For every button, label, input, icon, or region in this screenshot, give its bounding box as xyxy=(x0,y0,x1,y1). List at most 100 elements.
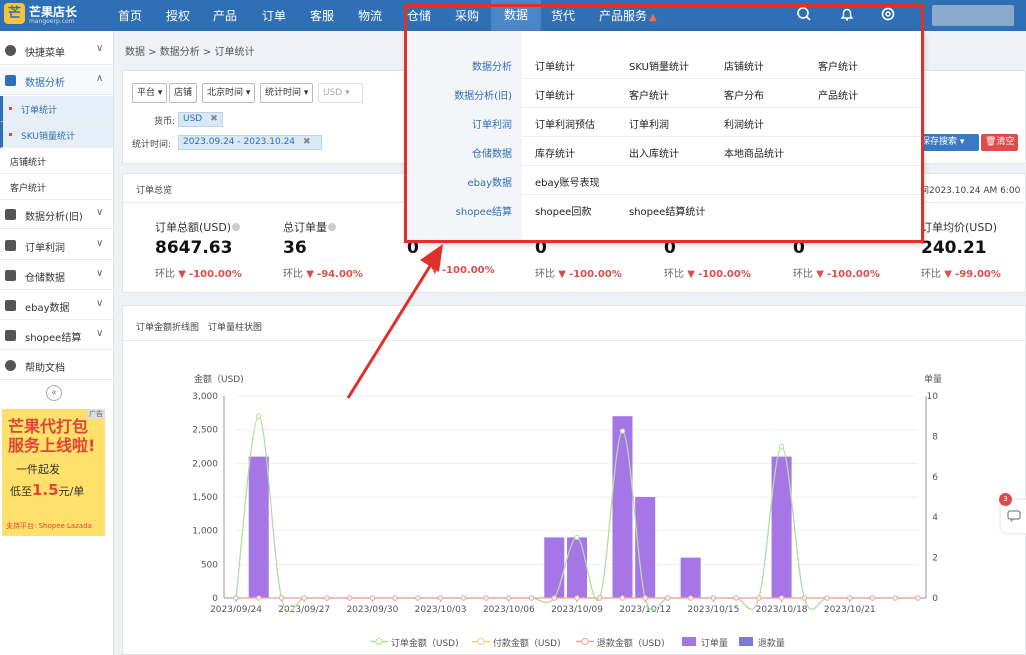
sidebar-item-ebay-data[interactable]: ebay数据 ∨ xyxy=(0,291,113,320)
data-point xyxy=(687,595,694,601)
sidebar-item-data-analysis-old[interactable]: 数据分析(旧) ∨ xyxy=(0,200,113,229)
currency-label: 货币: xyxy=(154,117,176,127)
time-type-select[interactable]: 统计时间 ▾ xyxy=(260,83,314,103)
chevron-down-icon: ∨ xyxy=(96,238,104,249)
data-point xyxy=(460,595,467,601)
currency-select-label: USD xyxy=(323,88,343,98)
sidebar-subitem-label: 店铺统计 xyxy=(10,158,47,168)
data-point xyxy=(801,595,808,601)
sidebar-item-shopee-settlement[interactable]: shopee结算 ∨ xyxy=(0,321,113,350)
ad-line2: 服务上线啦! xyxy=(8,436,96,455)
sidebar-collapse-button[interactable]: « xyxy=(46,385,62,401)
sidebar-subitem-sku-stats[interactable]: SKU销量统计 xyxy=(0,122,113,148)
timezone-select[interactable]: 北京时间 ▾ xyxy=(202,83,256,103)
sidebar-subitem-shop-stats[interactable]: 店铺统计 xyxy=(0,148,113,174)
data-point xyxy=(278,595,285,601)
stat-title: 总订单量 xyxy=(283,219,336,235)
table-icon xyxy=(5,75,16,86)
sidebar-item-label: 仓储数据 xyxy=(25,273,65,284)
chevron-up-icon: ∧ xyxy=(96,73,104,84)
question-icon[interactable] xyxy=(328,223,336,231)
save-search-button[interactable]: 保存搜索 ▾ xyxy=(917,134,979,151)
gauge-icon xyxy=(5,45,16,56)
question-icon[interactable] xyxy=(232,223,241,231)
y2-tick-label: 10 xyxy=(927,392,939,402)
tab-amount-line-chart[interactable]: 订单金额折线图 xyxy=(136,320,199,333)
bar-marker-icon xyxy=(739,637,753,646)
x-tick-label: 2023/10/12 xyxy=(619,605,671,615)
user-avatar[interactable] xyxy=(932,5,1014,26)
legend-refund-amount[interactable]: 退款金额（USD) xyxy=(576,636,665,649)
sidebar-item-shortcuts[interactable]: 快捷菜单 ∨ xyxy=(0,36,113,65)
currency-tag[interactable]: USD ✖ xyxy=(178,112,223,127)
nav-logistics[interactable]: 物流 xyxy=(358,7,382,24)
save-search-label: 保存搜索 xyxy=(921,137,958,147)
overview-title: 订单总览 xyxy=(136,186,173,196)
tab-count-bar-chart[interactable]: 订单量柱状图 xyxy=(208,320,262,333)
stat-compare-label: 环比 xyxy=(155,269,175,280)
stat-compare-label: 环比 xyxy=(535,269,555,280)
ad-price-value: 1.5 xyxy=(32,481,59,499)
x-tick-label: 2023/10/15 xyxy=(687,605,739,615)
stat-compare-label: 环比 xyxy=(283,269,303,280)
legend-refund-count[interactable]: 退款量 xyxy=(737,636,785,649)
line-marker-icon xyxy=(370,638,388,645)
down-arrow-icon: ▼ xyxy=(558,269,566,280)
sidebar-item-label: 帮助文档 xyxy=(25,363,65,374)
shop-select[interactable]: 店铺 xyxy=(169,83,198,103)
data-point xyxy=(369,595,376,601)
breadcrumb: 数据 > 数据分析 > 订单统计 xyxy=(125,47,255,58)
data-point xyxy=(301,595,307,601)
data-point xyxy=(483,595,489,601)
promo-ad-banner[interactable]: 广告 芒果代打包 服务上线啦! 一件起发 低至1.5元/单 支持平台: Shope… xyxy=(2,409,105,536)
brand-logo[interactable]: 芒 芒果店长 mangoerp.com xyxy=(4,3,104,28)
sidebar-item-data-analysis[interactable]: 数据分析 ∧ xyxy=(0,66,113,95)
stat-compare: 环比 ▼ -100.00% xyxy=(664,265,751,280)
sidebar-item-help-docs[interactable]: 帮助文档 xyxy=(0,351,113,380)
nav-products[interactable]: 产品 xyxy=(213,7,237,24)
sidebar: 快捷菜单 ∨ 数据分析 ∧ 订单统计 SKU销量统计 店铺统计 客户统计 数据分析(… xyxy=(0,31,114,655)
stat-title-text: 总订单量 xyxy=(283,221,327,234)
nav-home[interactable]: 首页 xyxy=(118,7,142,24)
sidebar-subitem-label: SKU销量统计 xyxy=(21,132,75,142)
stat-compare: 环比 ▼ -100.00% xyxy=(793,265,880,280)
breadcrumb-item[interactable]: 数据 xyxy=(125,47,145,58)
data-point xyxy=(392,595,398,601)
sidebar-subitem-order-stats[interactable]: 订单统计 xyxy=(0,96,113,122)
platform-select[interactable]: 平台 ▾ xyxy=(132,83,168,103)
ad-price: 低至1.5元/单 xyxy=(10,481,84,499)
data-point xyxy=(346,595,353,601)
nav-customer-service[interactable]: 客服 xyxy=(310,7,334,24)
breadcrumb-item[interactable]: 数据分析 xyxy=(160,47,200,58)
clear-button[interactable]: 🗑清空 xyxy=(981,134,1019,151)
sidebar-subitem-customer-stats[interactable]: 客户统计 xyxy=(0,174,113,200)
legend-order-count[interactable]: 订单量 xyxy=(680,636,728,649)
data-point xyxy=(233,595,239,601)
data-point xyxy=(574,595,580,601)
range-tag[interactable]: 2023.09.24 - 2023.10.24 ✖ xyxy=(178,135,322,150)
y-tick-label: 0 xyxy=(212,594,218,604)
currency-select[interactable]: USD ▾ xyxy=(318,83,363,103)
close-icon[interactable]: ✖ xyxy=(210,114,218,124)
sidebar-item-order-profit[interactable]: 订单利润 ∨ xyxy=(0,231,113,260)
data-point xyxy=(892,595,898,601)
data-point xyxy=(597,595,603,601)
legend-label: 订单量 xyxy=(700,639,728,649)
bar xyxy=(680,557,701,598)
platform-select-label: 平台 xyxy=(137,88,156,98)
y2-tick-label: 6 xyxy=(932,473,938,483)
nav-orders[interactable]: 订单 xyxy=(262,7,286,24)
sidebar-item-label: shopee结算 xyxy=(25,333,82,344)
sidebar-item-warehouse-data[interactable]: 仓储数据 ∨ xyxy=(0,261,113,290)
legend-paid-amount[interactable]: 付款金额（USD) xyxy=(472,636,561,649)
y2-tick-label: 0 xyxy=(932,594,938,604)
table-icon xyxy=(5,300,16,311)
legend-order-amount[interactable]: 订单金额（USD) xyxy=(370,636,459,649)
nav-authorization[interactable]: 授权 xyxy=(166,7,190,24)
data-point xyxy=(506,595,512,601)
range-label: 统计时间: xyxy=(132,140,172,150)
stat-compare: 环比 ▼ -100.00% xyxy=(535,265,622,280)
close-icon[interactable]: ✖ xyxy=(303,137,311,147)
table-icon xyxy=(5,270,16,281)
y2-axis-title: 单量 xyxy=(924,373,942,385)
